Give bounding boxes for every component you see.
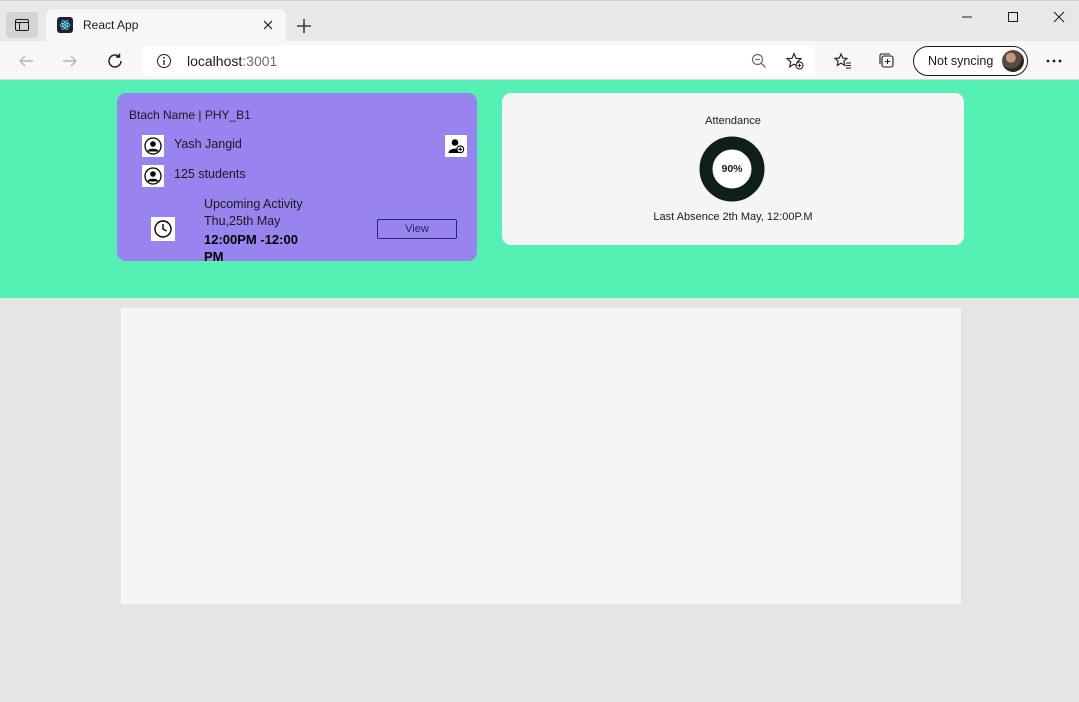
back-icon[interactable] [14, 49, 38, 73]
url-text: localhost:3001 [187, 53, 278, 69]
zoom-out-icon[interactable] [749, 51, 769, 71]
last-absence-text: Last Absence 2th May, 12:00P.M [653, 211, 813, 223]
add-favorite-icon[interactable] [785, 51, 805, 71]
add-user-icon[interactable] [445, 135, 467, 157]
batch-title: Btach Name | PHY_B1 [129, 108, 251, 122]
close-tab-icon[interactable] [260, 17, 276, 33]
students-avatar-icon [142, 165, 164, 187]
clock-icon [151, 217, 175, 241]
hero-section: Btach Name | PHY_B1 Yash Jangid 125 stud… [0, 80, 1079, 298]
attendance-title: Attendance [705, 115, 761, 127]
view-activity-button[interactable]: View [377, 219, 457, 239]
forward-icon[interactable] [58, 49, 82, 73]
instructor-avatar-icon [142, 135, 164, 157]
maximize-icon[interactable] [1003, 7, 1023, 27]
sync-status-label: Not syncing [928, 54, 994, 68]
browser-tab-bar: React App [0, 0, 1079, 42]
attendance-card: Attendance 90% Last Absence 2th May, 12:… [502, 93, 964, 245]
activity-title: Upcoming Activity [204, 197, 303, 211]
activity-time: 12:00PM -12:00 PM [204, 232, 298, 264]
favorites-icon[interactable] [831, 49, 855, 73]
close-window-icon[interactable] [1049, 7, 1069, 27]
address-bar[interactable]: localhost:3001 [142, 45, 815, 76]
student-count: 125 students [174, 167, 246, 181]
site-info-icon[interactable] [155, 52, 173, 70]
tab-react-app[interactable]: React App [46, 9, 286, 42]
browser-toolbar: localhost:3001 Not syncing [0, 41, 1079, 80]
main-content-panel [121, 308, 961, 604]
more-options-icon[interactable] [1042, 49, 1066, 73]
new-tab-icon[interactable] [293, 15, 315, 37]
instructor-name: Yash Jangid [174, 137, 242, 151]
refresh-icon[interactable] [103, 49, 127, 73]
react-logo-icon [57, 17, 73, 33]
collections-icon[interactable] [875, 49, 899, 73]
profile-sync-button[interactable]: Not syncing [913, 46, 1028, 76]
minimize-icon[interactable] [957, 7, 977, 27]
attendance-percent: 90% [721, 163, 743, 175]
tab-title: React App [83, 18, 139, 32]
tab-actions-icon [15, 19, 29, 31]
batch-card: Btach Name | PHY_B1 Yash Jangid 125 stud… [117, 93, 477, 264]
activity-date: Thu,25th May [204, 214, 281, 228]
tab-actions-button[interactable] [6, 12, 38, 38]
profile-avatar [1002, 50, 1024, 72]
